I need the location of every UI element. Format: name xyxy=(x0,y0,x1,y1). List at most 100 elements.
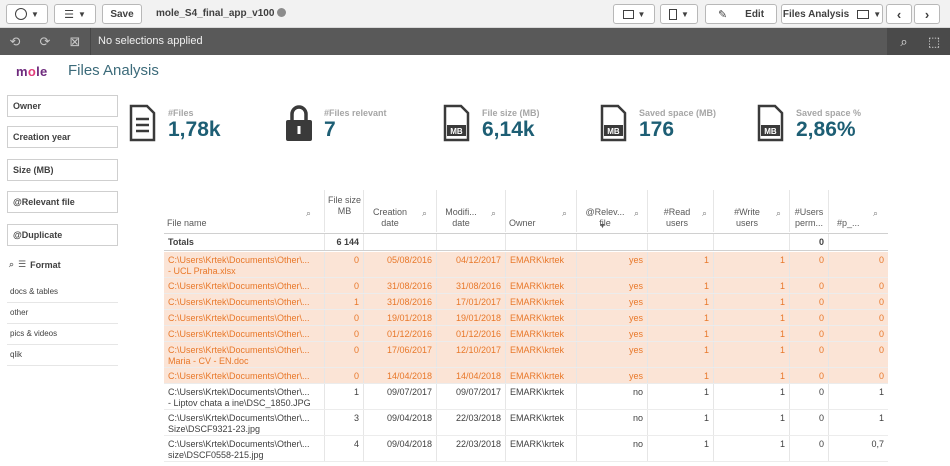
table-cell-modified[interactable]: 17/01/2017 xyxy=(436,294,505,309)
save-button[interactable]: Save xyxy=(102,4,142,24)
column-header-owner[interactable]: Owner ⌕ xyxy=(505,190,576,232)
table-cell-p[interactable]: 0 xyxy=(828,294,888,309)
table-cell-relevant[interactable]: yes xyxy=(576,368,647,383)
table-cell-write[interactable]: 1 xyxy=(713,310,789,325)
table-cell-read[interactable]: 1 xyxy=(647,368,713,383)
clear-selections-icon[interactable]: ⊠ xyxy=(66,33,84,51)
table-cell-p[interactable]: 0 xyxy=(828,310,888,325)
column-header-file-size[interactable]: File size MB xyxy=(324,190,363,232)
table-cell-size[interactable]: 0 xyxy=(324,252,363,277)
table-cell-p[interactable]: 0 xyxy=(828,252,888,277)
table-cell-perm[interactable]: 0 xyxy=(789,310,828,325)
column-header-relevant-file[interactable]: @Relev... file ⌕ ▼ xyxy=(576,190,647,232)
table-cell-owner[interactable]: EMARK\krtek xyxy=(505,252,576,277)
table-cell-name[interactable]: C:\Users\Krtek\Documents\Other\... xyxy=(164,368,324,383)
format-item[interactable]: qlik xyxy=(7,345,118,366)
table-cell-size[interactable]: 0 xyxy=(324,342,363,367)
table-cell-created[interactable]: 31/08/2016 xyxy=(363,294,436,309)
filter-relevant-file[interactable]: @Relevant file xyxy=(7,191,118,213)
table-cell-created[interactable]: 09/04/2018 xyxy=(363,436,436,461)
table-cell-p[interactable]: 0 xyxy=(828,342,888,367)
table-cell-modified[interactable]: 01/12/2016 xyxy=(436,326,505,341)
table-cell-read[interactable]: 1 xyxy=(647,436,713,461)
search-icon[interactable]: ⌕ xyxy=(422,208,427,219)
table-cell-size[interactable]: 0 xyxy=(324,278,363,293)
table-cell-read[interactable]: 1 xyxy=(647,342,713,367)
search-icon[interactable]: ⌕ xyxy=(895,33,913,51)
table-cell-created[interactable]: 01/12/2016 xyxy=(363,326,436,341)
column-header-file-name[interactable]: File name ⌕ xyxy=(164,190,324,232)
table-cell-size[interactable]: 3 xyxy=(324,410,363,435)
table-cell-modified[interactable]: 09/07/2017 xyxy=(436,384,505,409)
table-cell-read[interactable]: 1 xyxy=(647,310,713,325)
table-cell-relevant[interactable]: yes xyxy=(576,294,647,309)
table-cell-owner[interactable]: EMARK\krtek xyxy=(505,342,576,367)
table-row[interactable]: C:\Users\Krtek\Documents\Other\... 0 14/04… xyxy=(164,368,888,384)
table-cell-write[interactable]: 1 xyxy=(713,294,789,309)
table-cell-name[interactable]: C:\Users\Krtek\Documents\Other\... xyxy=(164,278,324,293)
table-cell-name[interactable]: C:\Users\Krtek\Documents\Other\... xyxy=(164,294,324,309)
table-cell-owner[interactable]: EMARK\krtek xyxy=(505,310,576,325)
table-cell-relevant[interactable]: yes xyxy=(576,326,647,341)
table-row[interactable]: C:\Users\Krtek\Documents\Other\... Size\D… xyxy=(164,410,888,436)
search-icon[interactable]: ⌕ xyxy=(873,208,878,219)
filter-creation-year[interactable]: Creation year xyxy=(7,126,118,148)
column-header-creation-date[interactable]: Creation date ⌕ xyxy=(363,190,436,232)
table-cell-perm[interactable]: 0 xyxy=(789,384,828,409)
column-header-p[interactable]: #p_... ⌕ xyxy=(828,190,888,232)
search-icon[interactable]: ⌕ xyxy=(776,208,781,219)
selections-tool-icon[interactable]: ⬚ xyxy=(925,33,943,51)
table-cell-read[interactable]: 1 xyxy=(647,326,713,341)
table-row[interactable]: C:\Users\Krtek\Documents\Other\... 0 01/12… xyxy=(164,326,888,342)
table-cell-perm[interactable]: 0 xyxy=(789,368,828,383)
search-icon[interactable]: ⌕ xyxy=(491,208,496,219)
table-cell-relevant[interactable]: no xyxy=(576,436,647,461)
table-cell-modified[interactable]: 04/12/2017 xyxy=(436,252,505,277)
bookmark-button[interactable]: ▼ xyxy=(660,4,698,24)
filter-size[interactable]: Size (MB) xyxy=(7,159,118,181)
table-cell-created[interactable]: 05/08/2016 xyxy=(363,252,436,277)
format-item[interactable]: pics & videos xyxy=(7,324,118,345)
table-cell-write[interactable]: 1 xyxy=(713,278,789,293)
table-cell-p[interactable]: 1 xyxy=(828,410,888,435)
table-cell-modified[interactable]: 22/03/2018 xyxy=(436,436,505,461)
table-cell-owner[interactable]: EMARK\krtek xyxy=(505,410,576,435)
table-cell-modified[interactable]: 19/01/2018 xyxy=(436,310,505,325)
table-cell-perm[interactable]: 0 xyxy=(789,294,828,309)
table-cell-read[interactable]: 1 xyxy=(647,384,713,409)
table-cell-created[interactable]: 19/01/2018 xyxy=(363,310,436,325)
table-cell-owner[interactable]: EMARK\krtek xyxy=(505,326,576,341)
search-icon[interactable]: ⌕ xyxy=(9,259,14,270)
next-sheet-button[interactable]: › xyxy=(914,4,940,24)
table-row[interactable]: C:\Users\Krtek\Documents\Other\... size\D… xyxy=(164,436,888,462)
column-header-modified-date[interactable]: Modifi... date ⌕ xyxy=(436,190,505,232)
table-cell-p[interactable]: 0 xyxy=(828,326,888,341)
table-cell-read[interactable]: 1 xyxy=(647,410,713,435)
search-icon[interactable]: ⌕ xyxy=(306,208,311,219)
table-cell-p[interactable]: 1 xyxy=(828,384,888,409)
table-cell-name[interactable]: C:\Users\Krtek\Documents\Other\... Size\D… xyxy=(164,410,324,435)
table-cell-modified[interactable]: 14/04/2018 xyxy=(436,368,505,383)
previous-sheet-button[interactable]: ‹ xyxy=(886,4,912,24)
table-cell-name[interactable]: C:\Users\Krtek\Documents\Other\... xyxy=(164,326,324,341)
filter-owner[interactable]: Owner xyxy=(7,95,118,117)
step-back-icon[interactable]: ⟲ xyxy=(6,33,24,51)
table-cell-relevant[interactable]: no xyxy=(576,384,647,409)
table-row[interactable]: C:\Users\Krtek\Documents\Other\... - Lipt… xyxy=(164,384,888,410)
table-cell-size[interactable]: 0 xyxy=(324,326,363,341)
table-cell-size[interactable]: 0 xyxy=(324,310,363,325)
column-header-write-users[interactable]: #Write users ⌕ xyxy=(713,190,789,232)
edit-button[interactable]: ✎ Edit xyxy=(705,4,777,24)
table-cell-name[interactable]: C:\Users\Krtek\Documents\Other\... xyxy=(164,310,324,325)
table-cell-read[interactable]: 1 xyxy=(647,294,713,309)
table-cell-relevant[interactable]: yes xyxy=(576,342,647,367)
table-cell-size[interactable]: 1 xyxy=(324,384,363,409)
sheet-selector[interactable]: Files Analysis ▼ xyxy=(781,4,883,24)
table-cell-write[interactable]: 1 xyxy=(713,410,789,435)
table-cell-size[interactable]: 1 xyxy=(324,294,363,309)
table-cell-created[interactable]: 09/07/2017 xyxy=(363,384,436,409)
story-button[interactable]: ▼ xyxy=(613,4,655,24)
menu-button[interactable]: ☰ ▼ xyxy=(54,4,96,24)
table-cell-write[interactable]: 1 xyxy=(713,342,789,367)
navigation-button[interactable]: ▼ xyxy=(6,4,48,24)
